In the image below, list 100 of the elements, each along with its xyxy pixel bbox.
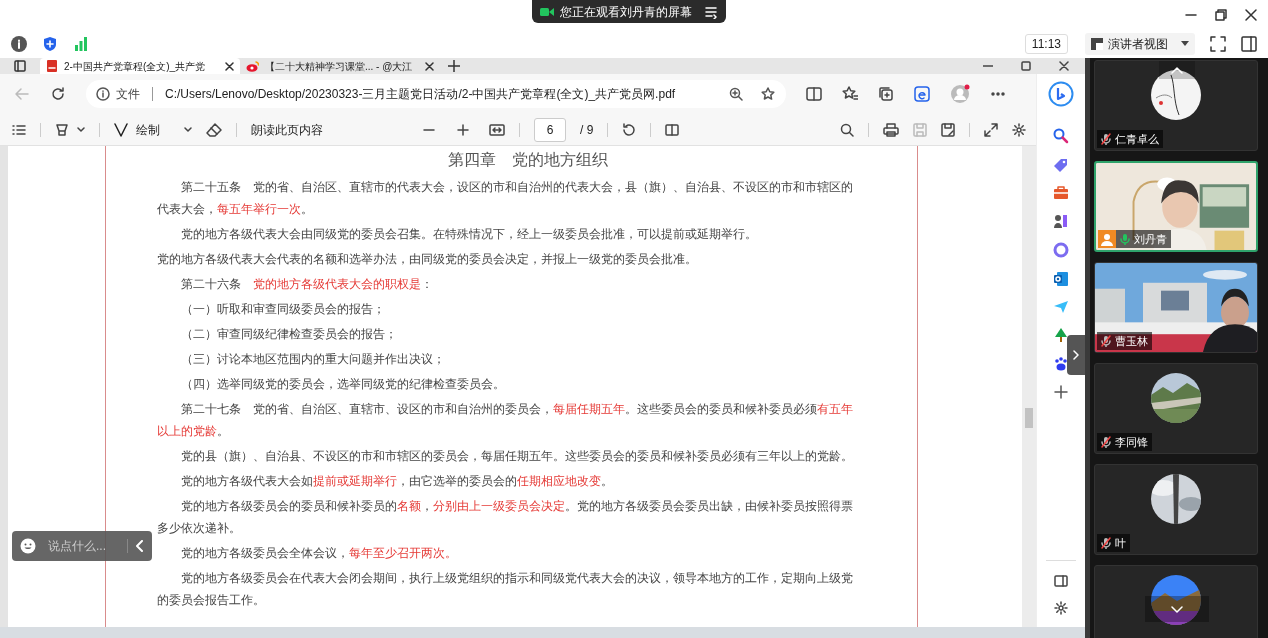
- tab-close-icon[interactable]: [225, 61, 234, 71]
- scroll-up-button[interactable]: [1159, 61, 1195, 79]
- layout-icon: [1091, 38, 1103, 50]
- eraser-icon[interactable]: [206, 122, 222, 137]
- participant-tile[interactable]: 叶: [1094, 464, 1258, 555]
- settings-icon[interactable]: [1012, 122, 1026, 137]
- toolbox-icon[interactable]: [1053, 186, 1069, 200]
- chevron-right-icon: [1073, 350, 1079, 360]
- scrollbar[interactable]: [1022, 146, 1036, 627]
- page-total: / 9: [580, 121, 594, 139]
- banner-text: 您正在观看刘丹青的屏幕: [560, 3, 692, 21]
- participant-tile[interactable]: 刘丹青: [1094, 161, 1258, 252]
- tag-icon[interactable]: [1053, 157, 1069, 173]
- paragraph: 第二十七条 党的省、自治区、直辖市、设区的市和自治州的委员会，每届任期五年。这些委员会的委员和候补委员必须有五年以上的党龄。: [157, 401, 854, 440]
- save-as-icon[interactable]: [941, 122, 955, 137]
- collections-icon[interactable]: [878, 86, 894, 102]
- favorites-icon[interactable]: [842, 86, 858, 102]
- close-icon[interactable]: [1244, 8, 1258, 22]
- scroll-down-button[interactable]: [1145, 596, 1209, 622]
- host-badge-icon: [1098, 230, 1116, 248]
- highlight-icon[interactable]: [55, 122, 69, 137]
- browser-close-icon[interactable]: [1059, 61, 1069, 71]
- paragraph: （一）听取和审查同级委员会的报告；: [180, 301, 386, 318]
- draw-icon: [114, 122, 128, 137]
- paragraph: 党的地方各级委员会在代表大会闭会期间，执行上级党组织的指示和同级党代表大会的决议，领导本地方的工作，定期向上级党的委员会报告工作。: [157, 570, 854, 609]
- refresh-icon[interactable]: [50, 86, 66, 102]
- tab-actions-icon[interactable]: [14, 60, 26, 72]
- collapse-icon[interactable]: [136, 540, 144, 552]
- info-icon[interactable]: [11, 36, 27, 52]
- scheme-label: 文件: [116, 86, 140, 103]
- mic-muted-icon: [1101, 436, 1111, 448]
- view-mode-dropdown[interactable]: 演讲者视图: [1085, 33, 1195, 55]
- panel-toggle-handle[interactable]: [1067, 335, 1085, 375]
- paragraph: （三）讨论本地区范围内的重大问题并作出决议；: [180, 351, 446, 368]
- add-favorite-icon[interactable]: [761, 86, 776, 102]
- caret-icon: [1181, 41, 1189, 47]
- caret-down-icon[interactable]: [184, 126, 192, 133]
- panel-icon[interactable]: [1054, 574, 1068, 588]
- fit-width-icon[interactable]: [489, 122, 505, 137]
- paragraph: 党的地方各级代表大会如提前或延期举行，由它选举的委员会的任期相应地改变。: [180, 473, 614, 490]
- weibo-icon: [246, 60, 259, 72]
- mic-muted-icon: [1101, 133, 1111, 145]
- meeting-time: 11:13: [1024, 34, 1068, 54]
- contents-icon[interactable]: [12, 122, 26, 137]
- tab-title: 2-中国共产党章程(全文)_共产党: [64, 59, 207, 74]
- chevron-down-icon: [1171, 605, 1183, 613]
- rotate-icon[interactable]: [622, 122, 637, 137]
- mic-muted-icon: [1101, 335, 1111, 347]
- new-tab-icon[interactable]: [448, 60, 460, 72]
- address-bar[interactable]: 文件 C:/Users/Lenovo/Desktop/20230323-三月主题党日活动/2-中国共产党章程(全文)_共产党员网.pdf: [86, 80, 786, 108]
- paragraph: 党的地方各级代表大会由同级党的委员会召集。在特殊情况下，经上一级委员会批准，可以提前或延期举行。: [180, 226, 758, 243]
- page-view-icon[interactable]: [665, 122, 680, 137]
- add-icon[interactable]: [1054, 385, 1068, 399]
- read-aloud-button[interactable]: 朗读此页内容: [251, 120, 323, 139]
- participant-name: 刘丹青: [1134, 231, 1167, 247]
- participant-tile[interactable]: [1094, 565, 1258, 638]
- print-icon[interactable]: [883, 122, 899, 137]
- shield-icon[interactable]: [42, 36, 58, 52]
- zoom-icon[interactable]: [729, 87, 743, 101]
- participant-tile[interactable]: 李同锋: [1094, 363, 1258, 454]
- tab-close-icon[interactable]: [425, 61, 434, 71]
- camera-icon: [540, 5, 554, 18]
- draw-button[interactable]: 绘制: [114, 120, 160, 139]
- participant-name: 仁青卓么: [1115, 131, 1159, 147]
- participant-tile[interactable]: 曹玉林: [1094, 262, 1258, 353]
- chapter-title: 第四章 党的地方组织: [447, 149, 609, 171]
- participant-name: 曹玉林: [1115, 333, 1148, 349]
- page-number-field[interactable]: 6: [534, 117, 566, 142]
- sidebar-toggle-icon[interactable]: [1241, 36, 1257, 52]
- profile-avatar[interactable]: [950, 84, 970, 104]
- participant-tile[interactable]: 仁青卓么: [1094, 60, 1258, 151]
- tree-icon[interactable]: [1053, 327, 1069, 343]
- menu-icon[interactable]: [704, 4, 718, 19]
- fullscreen-icon[interactable]: [1210, 36, 1226, 52]
- bing-chat-icon[interactable]: [1048, 81, 1074, 107]
- copilot-icon[interactable]: [1053, 242, 1069, 258]
- outlook-icon[interactable]: [1053, 271, 1069, 287]
- expand-icon[interactable]: [984, 122, 998, 137]
- info-outline-icon: [96, 87, 110, 101]
- participant-name: 叶: [1115, 535, 1126, 551]
- split-screen-icon[interactable]: [806, 86, 822, 102]
- browser-tab[interactable]: 2-中国共产党章程(全文)_共产党: [40, 58, 240, 74]
- paragraph: 党的地方各级代表大会代表的名额和选举办法，由同级党的委员会决定，并报上一级党的委员会批准。: [157, 251, 698, 268]
- search-icon[interactable]: [840, 122, 854, 137]
- caret-down-icon[interactable]: [77, 126, 85, 133]
- paragraph: 第二十五条 党的省、自治区、直辖市的代表大会，设区的市和自治州的代表大会，县（旗）、自治县、不设区的市和市辖区的代表大会，每五年举行一次。: [157, 179, 854, 218]
- edge-icon[interactable]: [914, 86, 930, 102]
- tab-title: 【二十大精神学习课堂... - @大江: [265, 59, 414, 74]
- sidebar-search-icon[interactable]: [1053, 128, 1069, 144]
- browser-restore-icon[interactable]: [1021, 61, 1031, 71]
- emoji-icon[interactable]: [20, 538, 36, 554]
- sidebar-settings-icon[interactable]: [1054, 601, 1068, 615]
- paragraph: （四）选举同级党的委员会，选举同级党的纪律检查委员会。: [180, 376, 506, 393]
- mic-muted-icon: [1101, 537, 1111, 549]
- participant-name: 李同锋: [1115, 434, 1148, 450]
- zoom-in-icon[interactable]: [457, 123, 469, 136]
- comment-box[interactable]: 说点什么...: [12, 531, 152, 561]
- restore-icon[interactable]: [1214, 8, 1228, 22]
- url-text: C:/Users/Lenovo/Desktop/20230323-三月主题党日活动/2-中国共产党章程(全文)_共产党员网.pdf: [165, 86, 677, 103]
- paw-icon[interactable]: [1053, 356, 1069, 372]
